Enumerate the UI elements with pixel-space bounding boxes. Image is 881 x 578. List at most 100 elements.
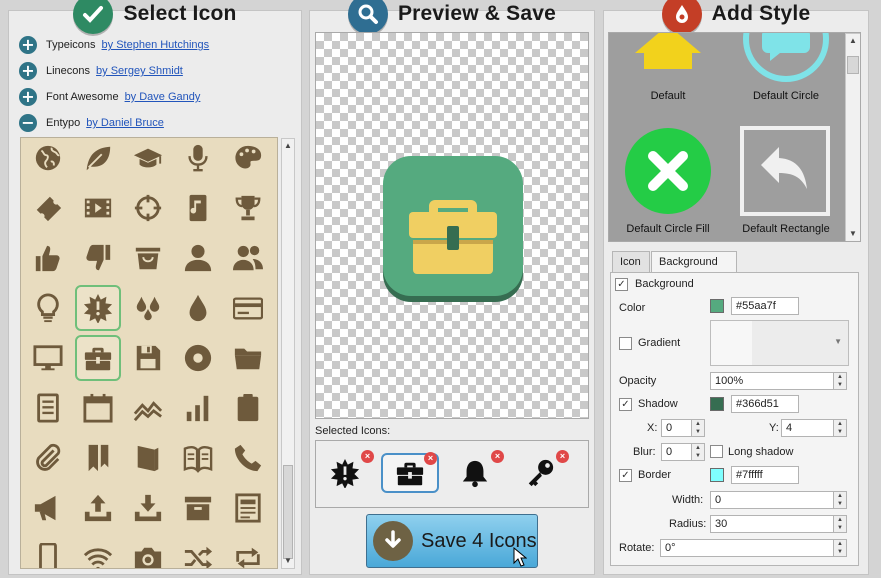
library-font-awesome[interactable]: + Font Awesome by Dave Gandy [19, 88, 200, 106]
scroll-down-icon[interactable]: ▼ [846, 227, 860, 241]
remove-icon[interactable]: × [556, 450, 569, 463]
rotate-stepper[interactable]: ▲ ▼ [833, 539, 847, 557]
grid-music-note-icon[interactable] [175, 185, 221, 231]
expand-icon[interactable]: + [19, 62, 37, 80]
scroll-up-icon[interactable]: ▲ [846, 34, 860, 48]
scroll-thumb[interactable] [847, 56, 859, 74]
gradient-dropdown[interactable]: ▼ [710, 320, 849, 366]
grid-user-icon[interactable] [175, 235, 221, 281]
tab-background[interactable]: Background [651, 251, 737, 274]
grid-monitor-icon[interactable] [25, 335, 71, 381]
grid-line-chart-icon[interactable] [125, 385, 171, 431]
long-shadow-checkbox[interactable] [710, 445, 723, 458]
border-swatch[interactable] [710, 468, 724, 482]
library-author-link[interactable]: by Stephen Hutchings [102, 39, 210, 51]
grid-book-icon[interactable] [125, 435, 171, 481]
shadow-x-field[interactable]: 0 [661, 419, 693, 437]
library-author-link[interactable]: by Daniel Bruce [86, 117, 164, 129]
rotate-field[interactable]: 0° [660, 539, 834, 557]
shadow-swatch[interactable] [710, 397, 724, 411]
grid-loop-icon[interactable] [225, 535, 271, 568]
border-color-field[interactable]: #7fffff [731, 466, 799, 484]
library-entypo[interactable]: − Entypo by Daniel Bruce [19, 114, 164, 132]
grid-folder-icon[interactable] [225, 335, 271, 381]
gradient-checkbox[interactable] [619, 337, 632, 350]
grid-mobile-icon[interactable] [25, 535, 71, 568]
selected-alert-burst-icon[interactable]: × [316, 450, 374, 493]
selected-key-icon[interactable]: × [511, 450, 569, 493]
grid-ticket-icon[interactable] [25, 185, 71, 231]
grid-shuffle-icon[interactable] [175, 535, 221, 568]
tab-icon[interactable]: Icon [612, 251, 650, 273]
grid-archive-icon[interactable] [175, 485, 221, 531]
shadow-y-stepper[interactable]: ▲ ▼ [833, 419, 847, 437]
expand-icon[interactable]: + [19, 88, 37, 106]
scroll-thumb[interactable] [283, 465, 293, 559]
grid-palette-icon[interactable] [225, 138, 271, 181]
border-radius-field[interactable]: 30 [710, 515, 834, 533]
blur-stepper[interactable]: ▲ ▼ [691, 443, 705, 461]
grid-trophy-icon[interactable] [225, 185, 271, 231]
grid-film-icon[interactable] [75, 185, 121, 231]
shadow-x-stepper[interactable]: ▲ ▼ [691, 419, 705, 437]
opacity-field[interactable]: 100% [710, 372, 834, 390]
border-width-field[interactable]: 0 [710, 491, 834, 509]
grid-leaf-icon[interactable] [75, 138, 121, 181]
grid-drop-icon[interactable] [175, 285, 221, 331]
selected-bell-icon[interactable]: × [446, 450, 504, 493]
grid-target-icon[interactable] [125, 185, 171, 231]
grid-bag-icon[interactable] [125, 235, 171, 281]
border-radius-stepper[interactable]: ▲ ▼ [833, 515, 847, 533]
grid-camera-icon[interactable] [125, 535, 171, 568]
grid-newspaper-icon[interactable] [225, 485, 271, 531]
style-default-rectangle[interactable]: Default Rectangle [727, 125, 845, 239]
library-typeicons[interactable]: + Typeicons by Stephen Hutchings [19, 36, 209, 54]
library-author-link[interactable]: by Dave Gandy [125, 91, 201, 103]
shadow-color-field[interactable]: #366d51 [731, 395, 799, 413]
shadow-y-field[interactable]: 4 [781, 419, 835, 437]
grid-microphone-icon[interactable] [175, 138, 221, 181]
grid-upload-icon[interactable] [75, 485, 121, 531]
style-default-circle[interactable]: Default Circle [727, 33, 845, 115]
style-default[interactable]: Default [609, 33, 727, 115]
grid-clipboard-icon[interactable] [225, 385, 271, 431]
grid-download-icon[interactable] [125, 485, 171, 531]
grid-calendar-icon[interactable] [75, 385, 121, 431]
grid-open-book-icon[interactable] [175, 435, 221, 481]
grid-lightbulb-icon[interactable] [25, 285, 71, 331]
grid-graduation-cap-icon[interactable] [125, 138, 171, 181]
grid-droplets-icon[interactable] [125, 285, 171, 331]
remove-icon[interactable]: × [361, 450, 374, 463]
selected-briefcase-icon[interactable]: × [381, 452, 439, 493]
grid-briefcase-icon[interactable] [75, 335, 121, 381]
icon-grid-scrollbar[interactable]: ▲ ▼ [281, 138, 295, 569]
border-checkbox[interactable]: ✓ [619, 469, 632, 482]
library-author-link[interactable]: by Sergey Shmidt [96, 65, 183, 77]
library-linecons[interactable]: + Linecons by Sergey Shmidt [19, 62, 183, 80]
remove-icon[interactable]: × [424, 452, 437, 465]
grid-record-icon[interactable] [175, 335, 221, 381]
style-list-scrollbar[interactable]: ▲ ▼ [845, 33, 860, 241]
style-default-circle-fill[interactable]: Default Circle Fill [609, 125, 727, 239]
collapse-icon[interactable]: − [19, 114, 37, 132]
grid-paperclip-icon[interactable] [25, 435, 71, 481]
opacity-stepper[interactable]: ▲ ▼ [833, 372, 847, 390]
grid-floppy-disk-icon[interactable] [125, 335, 171, 381]
blur-field[interactable]: 0 [661, 443, 693, 461]
grid-globe-icon[interactable] [25, 138, 71, 181]
background-checkbox[interactable]: ✓ [615, 278, 628, 291]
grid-document-icon[interactable] [25, 385, 71, 431]
grid-megaphone-icon[interactable] [25, 485, 71, 531]
grid-bar-chart-icon[interactable] [175, 385, 221, 431]
grid-phone-icon[interactable] [225, 435, 271, 481]
grid-alert-burst-icon[interactable] [75, 285, 121, 331]
color-swatch[interactable] [710, 299, 724, 313]
grid-credit-card-icon[interactable] [225, 285, 271, 331]
grid-users-icon[interactable] [225, 235, 271, 281]
grid-bookmarks-icon[interactable] [75, 435, 121, 481]
remove-icon[interactable]: × [491, 450, 504, 463]
color-field[interactable]: #55aa7f [731, 297, 799, 315]
border-width-stepper[interactable]: ▲ ▼ [833, 491, 847, 509]
shadow-checkbox[interactable]: ✓ [619, 398, 632, 411]
expand-icon[interactable]: + [19, 36, 37, 54]
